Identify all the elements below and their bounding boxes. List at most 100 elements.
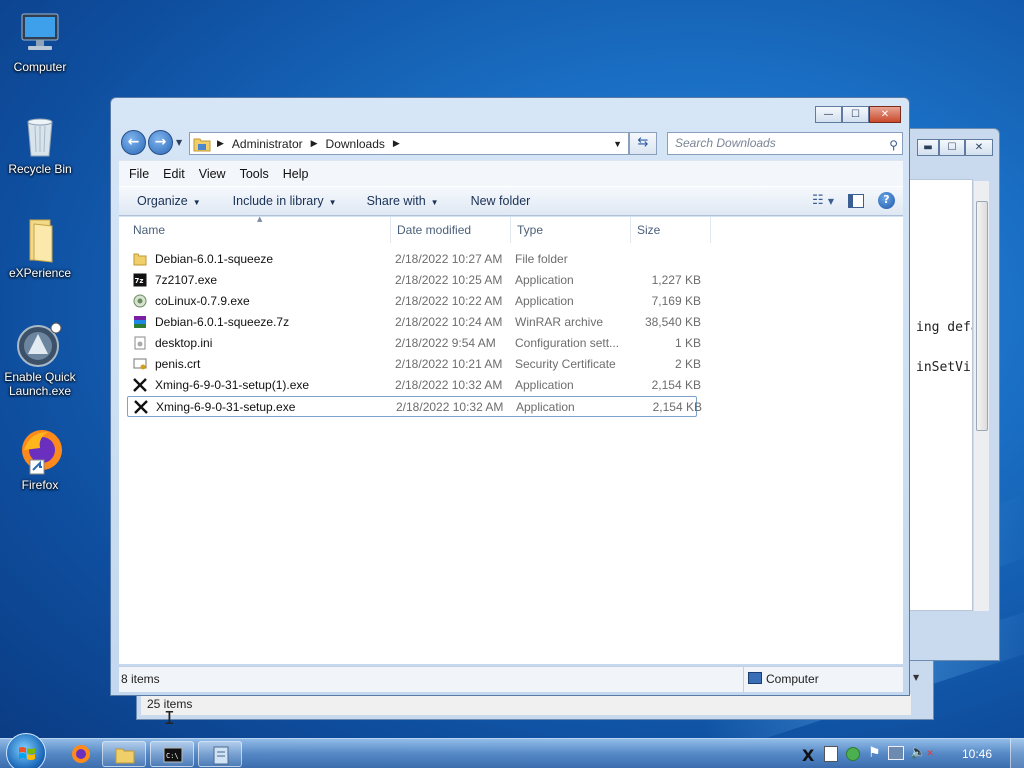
file-type: WinRAR archive xyxy=(515,315,604,329)
search-icon[interactable]: ⚲ xyxy=(889,135,898,155)
desktop-icon-recycle-bin[interactable]: Recycle Bin xyxy=(0,112,80,176)
security-tray-icon[interactable] xyxy=(846,747,860,761)
vertical-scrollbar[interactable] xyxy=(973,181,989,611)
share-with-button[interactable]: Share with ▼ xyxy=(367,194,439,208)
desktop-icon-computer[interactable]: Computer xyxy=(0,10,80,74)
table-row[interactable]: Xming-6-9-0-31-setup.exe 2/18/2022 10:32 … xyxy=(127,396,702,417)
chevron-down-icon: ▼ xyxy=(192,198,201,207)
change-view-icon[interactable]: ☷ ▼ xyxy=(812,193,834,208)
taskbar-cmd-button[interactable]: C:\ xyxy=(150,741,194,767)
folder-icon xyxy=(133,252,147,266)
organize-button[interactable]: Organize ▼ xyxy=(137,194,201,208)
back-button[interactable]: ← xyxy=(121,130,146,155)
column-header-date-modified[interactable]: Date modified xyxy=(391,217,511,243)
file-list[interactable]: Name ▲ Date modified Type Size Debian-6.… xyxy=(119,215,903,664)
winrar-icon xyxy=(133,315,147,329)
editor-text-line: inSetVis xyxy=(916,360,973,375)
table-row[interactable]: 7z 7z2107.exe 2/18/2022 10:25 AM Applicatio… xyxy=(127,270,701,291)
menu-view[interactable]: View xyxy=(199,167,226,181)
column-header-size[interactable]: Size xyxy=(631,217,711,243)
table-row[interactable]: Debian-6.0.1-squeeze 2/18/2022 10:27 AM Fi… xyxy=(127,249,697,270)
file-size: 2 KB xyxy=(674,357,701,371)
maximize-button[interactable]: ☐ xyxy=(939,139,965,156)
show-desktop-button[interactable] xyxy=(1010,739,1024,768)
menu-edit[interactable]: Edit xyxy=(163,167,185,181)
file-type: Application xyxy=(516,400,575,414)
address-bar[interactable]: ▶ Administrator ▶ Downloads ▶ ▼ xyxy=(189,132,629,155)
explorer-window[interactable]: — ☐ ✕ ← → ▼ ▶ Administrator ▶ Downloads … xyxy=(110,97,910,696)
table-row[interactable]: desktop.ini 2/18/2022 9:54 AM Configuratio… xyxy=(127,333,701,354)
taskbar-explorer-button[interactable] xyxy=(102,741,146,767)
address-dropdown-icon[interactable]: ▼ xyxy=(613,139,622,149)
table-row[interactable]: Debian-6.0.1-squeeze.7z 2/18/2022 10:24 A… xyxy=(127,312,701,333)
firefox-taskbar-icon[interactable] xyxy=(70,743,92,768)
help-icon[interactable]: ? xyxy=(878,192,895,209)
close-button[interactable]: ✕ xyxy=(965,139,993,156)
new-folder-button[interactable]: New folder xyxy=(471,194,531,208)
desktop-icon-label: Firefox xyxy=(21,478,59,492)
notepad-icon xyxy=(213,746,229,765)
computer-icon xyxy=(748,672,762,684)
taskbar-notepad-button[interactable] xyxy=(198,741,242,767)
search-input[interactable]: Search Downloads ⚲ xyxy=(667,132,903,155)
start-button[interactable] xyxy=(6,733,46,768)
windows-logo-icon xyxy=(19,747,35,760)
column-header-type[interactable]: Type xyxy=(511,217,631,243)
file-name: desktop.ini xyxy=(155,336,213,350)
desktop-icon-experience[interactable]: eXPerience xyxy=(0,216,80,280)
scroll-down-arrow-icon[interactable]: ▼ xyxy=(913,673,927,693)
table-row[interactable]: Xming-6-9-0-31-setup(1).exe 2/18/2022 10:… xyxy=(127,375,701,396)
include-in-library-button[interactable]: Include in library ▼ xyxy=(233,194,337,208)
forward-button[interactable]: → xyxy=(148,130,173,155)
minimize-button[interactable]: ▬ xyxy=(917,139,939,156)
file-name: coLinux-0.7.9.exe xyxy=(155,294,250,308)
status-bar: 8 items Computer xyxy=(119,666,903,693)
colinux-icon xyxy=(133,294,147,308)
preview-pane-icon[interactable] xyxy=(848,193,864,208)
taskbar: C:\ X ⚑ 🔈✕ 10:46 xyxy=(0,733,1024,768)
menu-help[interactable]: Help xyxy=(283,167,309,181)
table-row[interactable]: coLinux-0.7.9.exe 2/18/2022 10:22 AM Appli… xyxy=(127,291,701,312)
file-date-modified: 2/18/2022 10:25 AM xyxy=(395,273,503,287)
volume-muted-icon[interactable]: 🔈✕ xyxy=(910,745,934,760)
table-row[interactable]: penis.crt 2/18/2022 10:21 AM Security Cert… xyxy=(127,354,701,375)
scrollbar-thumb[interactable] xyxy=(976,201,988,431)
breadcrumb-separator-icon[interactable]: ▶ xyxy=(311,138,318,149)
breadcrumb-separator-icon[interactable]: ▶ xyxy=(217,138,224,149)
action-center-flag-icon[interactable]: ⚑ xyxy=(868,745,881,761)
file-type: File folder xyxy=(515,252,568,266)
svg-text:C:\: C:\ xyxy=(166,752,179,760)
menu-tools[interactable]: Tools xyxy=(240,167,269,181)
desktop-icon-label: Computer xyxy=(13,60,67,74)
breadcrumb-item[interactable]: Administrator xyxy=(232,137,303,151)
document-tray-icon[interactable] xyxy=(824,746,838,762)
menu-bar: File Edit View Tools Help xyxy=(119,160,903,186)
menu-file[interactable]: File xyxy=(129,167,149,181)
minimize-button[interactable]: — xyxy=(815,106,842,123)
file-date-modified: 2/18/2022 10:21 AM xyxy=(395,357,503,371)
xming-tray-icon[interactable]: X xyxy=(802,746,814,765)
folder-icon xyxy=(193,136,215,152)
network-icon[interactable] xyxy=(888,746,904,760)
chevron-down-icon: ▼ xyxy=(430,198,439,207)
folder-icon xyxy=(115,748,135,764)
breadcrumb-item[interactable]: Downloads xyxy=(326,137,385,151)
recent-pages-dropdown-icon[interactable]: ▼ xyxy=(176,138,182,147)
folder-icon xyxy=(16,216,64,264)
desktop-icon-firefox[interactable]: Firefox xyxy=(0,428,80,492)
sort-ascending-icon: ▲ xyxy=(257,215,263,223)
desktop-icon-label: Enable Quick Launch.exe xyxy=(4,370,76,398)
title-buttons: — ☐ ✕ xyxy=(815,106,901,123)
zone-label: Computer xyxy=(766,672,819,686)
breadcrumb-separator-icon[interactable]: ▶ xyxy=(393,138,400,149)
command-bar: Organize ▼ Include in library ▼ Share with… xyxy=(119,186,903,216)
status-bar: 25 items xyxy=(141,693,911,715)
desktop-icon-enable-quick-launch[interactable]: Enable Quick Launch.exe xyxy=(0,320,80,398)
refresh-button[interactable]: ⇆ xyxy=(629,132,657,155)
maximize-button[interactable]: ☐ xyxy=(842,106,869,123)
close-button[interactable]: ✕ xyxy=(869,106,901,123)
xming-icon xyxy=(134,400,148,414)
chevron-down-icon: ▼ xyxy=(328,198,337,207)
file-size: 1 KB xyxy=(674,336,701,350)
clock[interactable]: 10:46 xyxy=(962,747,992,761)
